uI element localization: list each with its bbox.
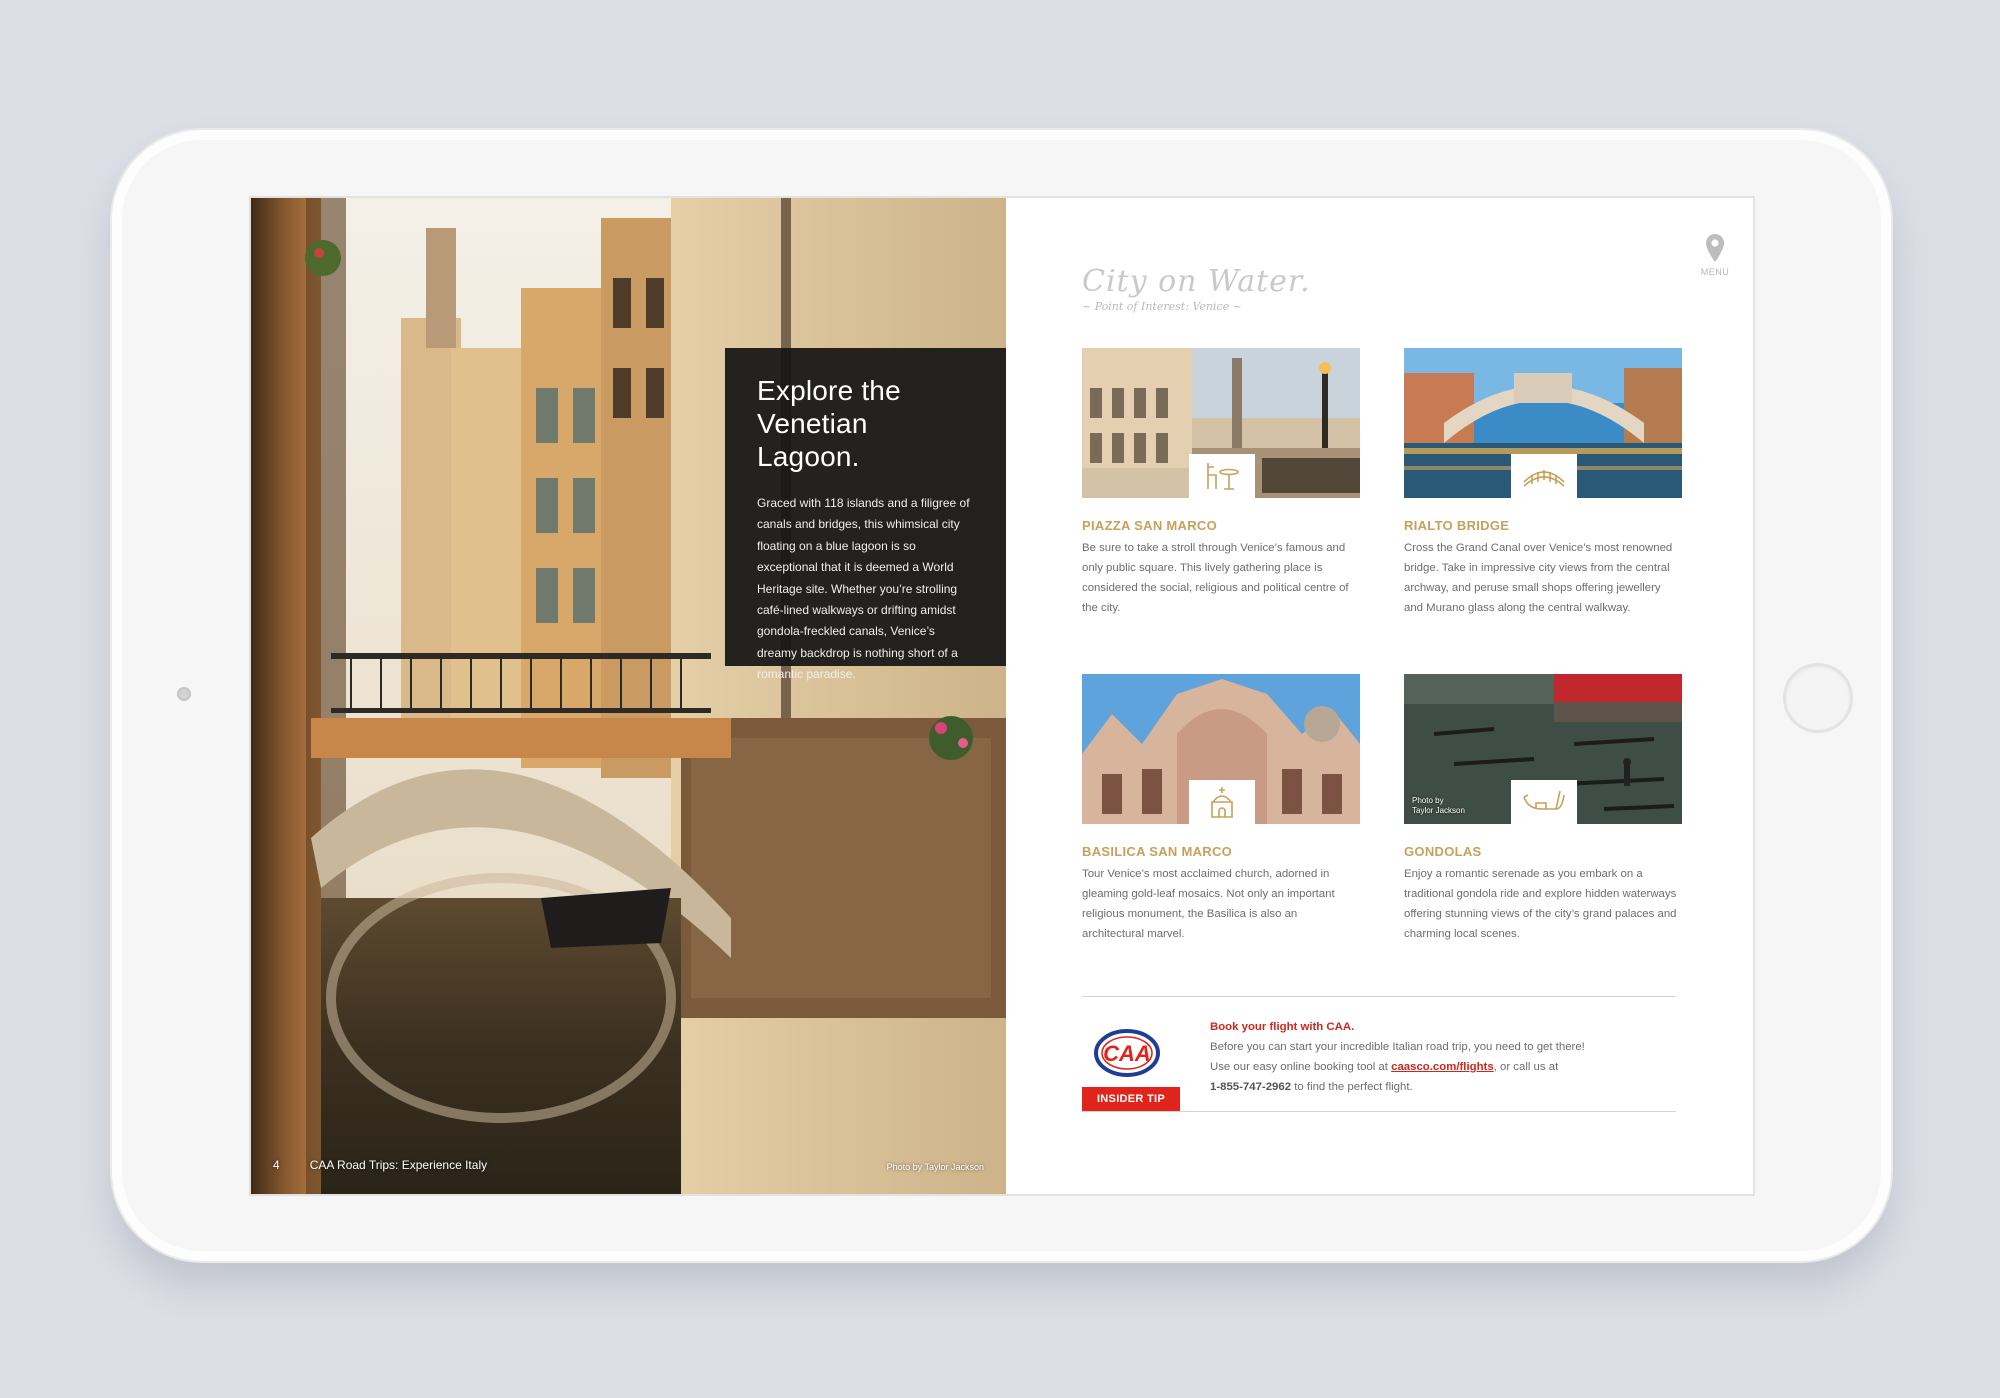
poi-card-rialto-bridge[interactable]: RIALTO BRIDGE Cross the Grand Canal over…: [1404, 348, 1682, 618]
gondola-icon: [1523, 790, 1565, 810]
phone-number[interactable]: 1-855-747-2962: [1210, 1081, 1291, 1093]
insider-tip: CAA INSIDER TIP Book your flight with CA…: [1082, 996, 1676, 1112]
thumbnail-photo-credit: Photo by Taylor Jackson: [1412, 796, 1465, 816]
section-subtitle: ~ Point of Interest: Venice ~: [1082, 300, 1242, 313]
tip-line2: Use our easy online booking tool at caas…: [1210, 1057, 1670, 1077]
intro-title: Explore the Venetian Lagoon.: [757, 374, 976, 473]
poi-thumbnail[interactable]: [1404, 348, 1682, 498]
intro-title-line2: Venetian Lagoon.: [757, 408, 868, 472]
insider-tip-text: Book your flight with CAA. Before you ca…: [1210, 1017, 1670, 1097]
poi-description: Enjoy a romantic serenade as you embark …: [1404, 868, 1677, 940]
poi-card-gondolas[interactable]: Photo by Taylor Jackson GONDOLAS Enjoy a…: [1404, 674, 1682, 944]
publication-title: CAA Road Trips: Experience Italy: [309, 1158, 488, 1172]
poi-thumbnail[interactable]: Photo by Taylor Jackson: [1404, 674, 1682, 824]
poi-description: Be sure to take a stroll through Venice’…: [1082, 542, 1349, 614]
caa-logo: CAA: [1094, 1029, 1160, 1077]
svg-text:CAA: CAA: [1103, 1041, 1151, 1066]
tip-line1: Before you can start your incredible Ita…: [1210, 1041, 1585, 1053]
camera: [177, 687, 191, 701]
insider-tip-badge: INSIDER TIP: [1082, 1087, 1180, 1111]
poi-thumbnail[interactable]: [1082, 674, 1360, 824]
church-icon: [1211, 787, 1233, 818]
tip-line2-intro: Use our easy online booking tool at: [1210, 1061, 1392, 1073]
poi-name[interactable]: BASILICA SAN MARCO: [1082, 844, 1360, 859]
thumbnail-photo-credit-line2: Taylor Jackson: [1412, 806, 1465, 815]
tip-line2-outro: , or call us at: [1493, 1061, 1559, 1073]
poi-category-badge: [1189, 454, 1255, 498]
cafe-table-icon: [1207, 463, 1239, 490]
right-page: City on Water. ~ Point of Interest: Veni…: [1006, 198, 1753, 1194]
poi-category-badge: [1189, 780, 1255, 824]
poi-name[interactable]: PIAZZA SAN MARCO: [1082, 518, 1360, 533]
map-pin-icon: [1706, 234, 1724, 262]
bridge-icon: [1523, 470, 1565, 487]
tip-line3-outro: to find the perfect flight.: [1291, 1081, 1413, 1093]
left-page: Explore the Venetian Lagoon. Graced with…: [251, 198, 1006, 1194]
page-footer: 4 CAA Road Trips: Experience Italy: [273, 1158, 487, 1172]
poi-category-badge: [1511, 780, 1577, 824]
poi-card-piazza-san-marco[interactable]: PIAZZA SAN MARCO Be sure to take a strol…: [1082, 348, 1360, 618]
poi-category-badge: [1511, 454, 1577, 498]
tip-heading: Book your flight with CAA.: [1210, 1021, 1355, 1033]
thumbnail-photo-credit-line1: Photo by: [1412, 796, 1444, 805]
magazine-spread: Explore the Venetian Lagoon. Graced with…: [251, 198, 1753, 1194]
poi-description: Tour Venice’s most acclaimed church, ado…: [1082, 868, 1335, 940]
tip-line3: 1-855-747-2962 to find the perfect fligh…: [1210, 1077, 1670, 1097]
poi-name[interactable]: GONDOLAS: [1404, 844, 1682, 859]
intro-title-line1: Explore the: [757, 375, 901, 406]
menu-label: MENU: [1700, 267, 1730, 277]
section-title: City on Water.: [1082, 264, 1311, 299]
page-number: 4: [273, 1158, 280, 1172]
menu-button[interactable]: MENU: [1695, 234, 1735, 277]
poi-description: Cross the Grand Canal over Venice’s most…: [1404, 542, 1673, 614]
intro-box: Explore the Venetian Lagoon. Graced with…: [725, 348, 1006, 681]
poi-card-basilica-san-marco[interactable]: BASILICA SAN MARCO Tour Venice’s most ac…: [1082, 674, 1360, 944]
poi-name[interactable]: RIALTO BRIDGE: [1404, 518, 1682, 533]
home-button[interactable]: [1783, 663, 1853, 733]
poi-thumbnail[interactable]: [1082, 348, 1360, 498]
flights-link[interactable]: caasco.com/flights: [1391, 1061, 1494, 1073]
intro-body: Graced with 118 islands and a filigree o…: [757, 496, 970, 682]
photo-credit: Photo by Taylor Jackson: [886, 1162, 984, 1172]
